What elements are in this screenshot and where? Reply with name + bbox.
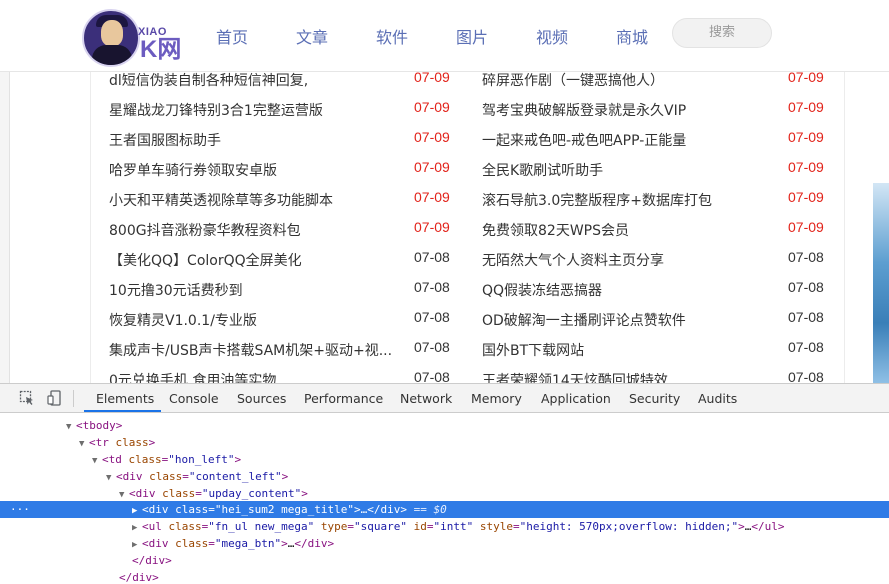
nav-articles[interactable]: 文章: [296, 24, 328, 48]
article-date: 07-09: [788, 71, 824, 85]
article-title-link[interactable]: 0元兑换手机,食用油等实物: [109, 370, 276, 383]
article-date: 07-08: [788, 369, 824, 383]
article-date: 07-08: [414, 249, 450, 265]
content-area: dl短信伪装自制各种短信神回复, 07-09 星耀战龙刀锋特别3合1完整运营版 07-…: [0, 71, 889, 383]
article-date: 07-09: [414, 159, 450, 175]
dom-node-ul[interactable]: ▶ <ul class="fn_ul new_mega" type="square…: [0, 518, 889, 535]
article-title-link[interactable]: 集成声卡/USB声卡搭载SAM机架+驱动+视...: [109, 340, 392, 370]
search-input[interactable]: 搜索: [672, 18, 772, 48]
article-title-link[interactable]: 王者国服图标助手: [109, 130, 221, 160]
article-date: 07-08: [414, 279, 450, 295]
article-title-link[interactable]: 滚石导航3.0完整版程序+数据库打包: [482, 190, 712, 220]
article-title-link[interactable]: 驾考宝典破解版登录就是永久VIP: [482, 100, 686, 130]
active-tab-indicator: [84, 410, 161, 412]
article-title-link[interactable]: 恢复精灵V1.0.1/专业版: [109, 310, 257, 340]
site-header: XIAO K网 首页 文章 软件 图片 视频 商城 搜索: [0, 0, 889, 72]
tab-security[interactable]: Security: [629, 384, 680, 412]
article-title-link[interactable]: OD破解淘一主播刷评论点赞软件: [482, 310, 686, 340]
article-title-link[interactable]: 星耀战龙刀锋特别3合1完整运营版: [109, 100, 323, 130]
article-title-link[interactable]: 无陌然大气个人资料主页分享: [482, 250, 664, 280]
dom-node-td[interactable]: ▼ <td class="hon_left">: [0, 451, 889, 468]
nav-videos[interactable]: 视频: [536, 24, 568, 48]
left-strip: [0, 71, 10, 383]
article-title-link[interactable]: dl短信伪装自制各种短信神回复,: [109, 71, 308, 100]
dom-node-close-content-left[interactable]: </div>: [0, 569, 889, 584]
dom-node-selected[interactable]: ··· ▶ <div class="hei_sum2 mega_title">…</…: [0, 501, 889, 518]
tab-sources[interactable]: Sources: [237, 384, 286, 412]
tab-console[interactable]: Console: [169, 384, 219, 412]
tab-performance[interactable]: Performance: [304, 384, 383, 412]
tab-network[interactable]: Network: [400, 384, 452, 412]
article-date: 07-09: [414, 129, 450, 145]
article-date: 07-09: [788, 159, 824, 175]
article-date: 07-09: [788, 189, 824, 205]
article-date: 07-08: [788, 339, 824, 355]
article-title-link[interactable]: 碎屏恶作剧（一键恶搞他人）: [482, 71, 664, 100]
tab-memory[interactable]: Memory: [471, 384, 522, 412]
article-date: 07-09: [414, 189, 450, 205]
article-date: 07-09: [414, 99, 450, 115]
dom-node-content-left[interactable]: ▼ <div class="content_left">: [0, 468, 889, 485]
article-date: 07-09: [788, 99, 824, 115]
nav-software[interactable]: 软件: [376, 24, 408, 48]
article-date: 07-09: [788, 219, 824, 235]
article-title-link[interactable]: 小天和平精英透视除草等多功能脚本: [109, 190, 333, 220]
article-date: 07-08: [788, 309, 824, 325]
article-date: 07-08: [414, 339, 450, 355]
dom-node-mega-btn[interactable]: ▶ <div class="mega_btn">…</div>: [0, 535, 889, 552]
dom-node-close-upday[interactable]: </div>: [0, 552, 889, 569]
dom-node-tr[interactable]: ▼ <tr class>: [0, 434, 889, 451]
article-title-link[interactable]: 国外BT下载网站: [482, 340, 584, 370]
article-title-link[interactable]: 哈罗单车骑行券领取安卓版: [109, 160, 277, 190]
tab-application[interactable]: Application: [541, 384, 611, 412]
nav-images[interactable]: 图片: [456, 24, 488, 48]
article-title-link[interactable]: 一起来戒色吧-戒色吧APP-正能量: [482, 130, 686, 160]
device-toolbar-icon[interactable]: [47, 390, 63, 406]
article-date: 07-08: [414, 309, 450, 325]
article-title-link[interactable]: 【美化QQ】ColorQQ全屏美化: [109, 250, 302, 280]
article-title-link[interactable]: 免费领取82天WPS会员: [482, 220, 629, 250]
nav-shop[interactable]: 商城: [616, 24, 648, 48]
tab-audits[interactable]: Audits: [698, 384, 737, 412]
article-date: 07-08: [788, 249, 824, 265]
site-logo[interactable]: XIAO K网: [82, 9, 190, 69]
article-date: 07-09: [414, 219, 450, 235]
article-date: 07-09: [788, 129, 824, 145]
article-date: 07-08: [414, 369, 450, 383]
article-title-link[interactable]: 800G抖音涨粉豪华教程资料包: [109, 220, 301, 250]
article-date: 07-09: [414, 71, 450, 85]
logo-text-big: K网: [140, 36, 182, 63]
devtools-toolbar: Elements Console Sources Performance Net…: [0, 384, 889, 413]
devtools-panel: Elements Console Sources Performance Net…: [0, 383, 889, 584]
tab-elements[interactable]: Elements: [96, 384, 154, 412]
sidebar-banner-image[interactable]: [873, 183, 889, 383]
article-title-link[interactable]: 10元撸30元话费秒到: [109, 280, 243, 310]
article-date: 07-08: [788, 279, 824, 295]
dom-node-tbody[interactable]: ▼ <tbody>: [0, 417, 889, 434]
article-title-link[interactable]: QQ假装冻结恶搞器: [482, 280, 602, 310]
nav-home[interactable]: 首页: [216, 24, 248, 48]
article-title-link[interactable]: 王者荣耀领14天炫酷回城特效: [482, 370, 668, 383]
node-actions-icon[interactable]: ···: [10, 501, 30, 518]
inspect-element-icon[interactable]: [19, 390, 35, 406]
dom-tree: ▔▔▔ ▼<tbody> ▼<tr class> ▼<td class="hon…: [0, 413, 889, 584]
logo-avatar-icon: [82, 9, 140, 67]
article-title-link[interactable]: 全民K歌刷试听助手: [482, 160, 603, 190]
dom-node-upday-content[interactable]: ▼ <div class="upday_content">: [0, 485, 889, 502]
